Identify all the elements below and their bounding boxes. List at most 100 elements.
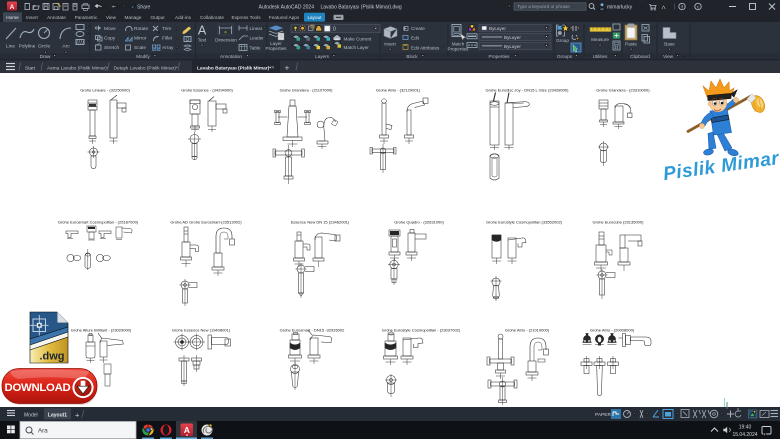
svg-text:19:40: 19:40 [739,425,752,431]
svg-text:Grohe Atrio - (21019000): Grohe Atrio - (21019000) [505,328,550,333]
svg-text:Utilities: Utilities [593,54,609,59]
svg-text:Scale: Scale [134,45,146,51]
svg-text:Properties: Properties [266,46,288,51]
svg-text:ByLayer: ByLayer [504,35,521,40]
svg-text:Essence New DN 15 (23462001): Essence New DN 15 (23462001) [291,220,350,225]
svg-text:ByLayer: ByLayer [489,26,506,31]
svg-text:?: ? [681,5,684,10]
svg-text:Table: Table [250,46,261,51]
svg-text:Start: Start [25,65,36,71]
svg-text:Modify: Modify [136,54,150,59]
svg-text:Grohe Eurosmart Cosmopolitan -: Grohe Eurosmart Cosmopolitan - (25187000… [58,220,139,225]
svg-text:Grohe Eurodisc Joy - DN15 L-Si: Grohe Eurodisc Joy - DN15 L-Size (234280… [486,88,570,93]
svg-text:Block: Block [406,54,418,59]
svg-text:0: 0 [333,27,336,33]
svg-text:Parametric: Parametric [75,15,98,20]
svg-text:Home: Home [6,15,19,20]
svg-text:Grohe Eurostyle Cosmopolitan -: Grohe Eurostyle Cosmopolitan - (23037002… [382,328,461,333]
svg-text:Manage: Manage [125,15,142,20]
svg-text:A: A [198,24,207,38]
svg-text:Annotate: Annotate [47,15,66,20]
svg-text:Text: Text [198,38,207,43]
svg-text:Draw: Draw [40,54,51,59]
svg-text:Grohe Atrio - (20008000): Grohe Atrio - (20008000) [590,328,635,333]
svg-text:Type a keyword or phrase: Type a keyword or phrase [517,4,570,9]
svg-text:A: A [10,4,15,11]
svg-text:mimarlucky: mimarlucky [607,5,633,11]
svg-text:Layout1: Layout1 [48,412,67,418]
svg-text:Grohe Allure Brilliant - (2302: Grohe Allure Brilliant - (23029000) [71,328,132,333]
svg-text:View: View [106,15,117,20]
svg-text:Layers: Layers [315,54,329,59]
svg-text:Arc: Arc [62,44,70,50]
svg-text:Layout: Layout [307,15,322,20]
svg-text:Grohe Grandera - (21107000): Grohe Grandera - (21107000) [280,88,334,93]
svg-text:+: + [285,63,290,73]
svg-text:Featured Apps: Featured Apps [269,15,300,20]
svg-text:Insert: Insert [26,15,38,20]
svg-text:Asma Lavabo (Pislik Mimar)*: Asma Lavabo (Pislik Mimar)* [47,65,109,71]
svg-text:Lavabo Bataryası (Pislik Mimar: Lavabo Bataryası (Pislik Mimar).dwg [321,5,402,11]
svg-text:Rotate: Rotate [134,26,148,32]
svg-text:Grohe Quadro - (32631000): Grohe Quadro - (32631000) [394,220,444,225]
svg-text:Collaborate: Collaborate [200,15,224,20]
svg-text:Grohe Essence New (19408001): Grohe Essence New (19408001) [172,328,231,333]
svg-text:Layer: Layer [270,41,282,46]
svg-text:Grohe Eurosmart - DN15 -329260: Grohe Eurosmart - DN15 -32926002 [280,328,345,333]
svg-text:Paste: Paste [625,41,637,46]
svg-text:Edit: Edit [411,36,420,41]
svg-text:Circle: Circle [38,44,51,50]
svg-text:Match: Match [452,41,465,46]
svg-text:×: × [271,66,275,72]
svg-text:Move: Move [104,26,116,32]
svg-text:Leader: Leader [250,36,265,41]
svg-text:Grohe Essence - (34294000): Grohe Essence - (34294000) [181,88,233,93]
svg-text:Add-ins: Add-ins [175,15,192,20]
svg-text:PAPER: PAPER [595,412,611,418]
svg-text:Output: Output [150,15,165,20]
svg-text:Ara: Ara [38,428,48,435]
svg-text:Insert: Insert [384,41,396,46]
svg-text:Fillet: Fillet [162,36,173,42]
svg-text:Base: Base [664,41,675,46]
svg-text:Array: Array [162,45,174,51]
svg-text:ByLayer: ByLayer [504,44,521,49]
svg-text:Properties: Properties [489,54,511,59]
svg-text:Copy: Copy [104,36,116,42]
svg-text:Trim: Trim [162,26,171,32]
svg-text:Grohe Lineare - (32250000): Grohe Lineare - (32250000) [80,88,130,93]
svg-text:Express Tools: Express Tools [231,15,261,20]
svg-text:Line: Line [6,44,15,50]
svg-text:Make Current: Make Current [344,36,373,41]
svg-text:Mirror: Mirror [134,36,147,42]
svg-text:Properties: Properties [448,47,470,52]
svg-text:Measure: Measure [591,37,609,42]
svg-text:Model: Model [24,412,38,418]
svg-text:Dimension: Dimension [215,38,237,43]
svg-text:Autodesk AutoCAD 2024: Autodesk AutoCAD 2024 [259,5,315,11]
svg-text:Grohe Eurocube (23135000): Grohe Eurocube (23135000) [593,220,645,225]
svg-text:View: View [663,54,674,59]
svg-text:Group: Group [556,38,569,43]
svg-text:+: + [75,411,80,420]
svg-text:Match Layer: Match Layer [344,45,370,50]
svg-text:Detaylı Lavabo (Pislik Mimar)*: Detaylı Lavabo (Pislik Mimar)* [114,65,178,71]
svg-text:Grohe Eurostyle Cosmopolitan (: Grohe Eurostyle Cosmopolitan (33552002) [486,220,563,225]
svg-text:Stretch: Stretch [104,45,120,51]
svg-text:Grohe AD Grohe Eurosmart-(2351: Grohe AD Grohe Eurosmart-(23513002) [170,220,242,225]
svg-text:DOWNLOAD: DOWNLOAD [5,382,71,394]
svg-text:Lavabo Bataryası (Pislik Mimar: Lavabo Bataryası (Pislik Mimar)* [197,65,271,71]
svg-text:A: A [184,425,190,435]
svg-text:Edit Attributes: Edit Attributes [411,46,440,51]
svg-text:Linear: Linear [250,26,263,31]
svg-text:Grohe Atrio - (32129001): Grohe Atrio - (32129001) [376,88,421,93]
svg-text:Grohe Grandera - (23310000): Grohe Grandera - (23310000) [596,88,650,93]
svg-text:Clipboard: Clipboard [630,54,650,59]
svg-text:Create: Create [411,26,425,31]
svg-text:.dwg: .dwg [39,351,64,363]
svg-text:Annotation: Annotation [220,54,242,59]
svg-text:Share: Share [137,5,151,11]
svg-text:15.04.2024: 15.04.2024 [732,432,757,438]
svg-text:Groups: Groups [557,54,573,59]
svg-text:Polyline: Polyline [19,44,36,50]
